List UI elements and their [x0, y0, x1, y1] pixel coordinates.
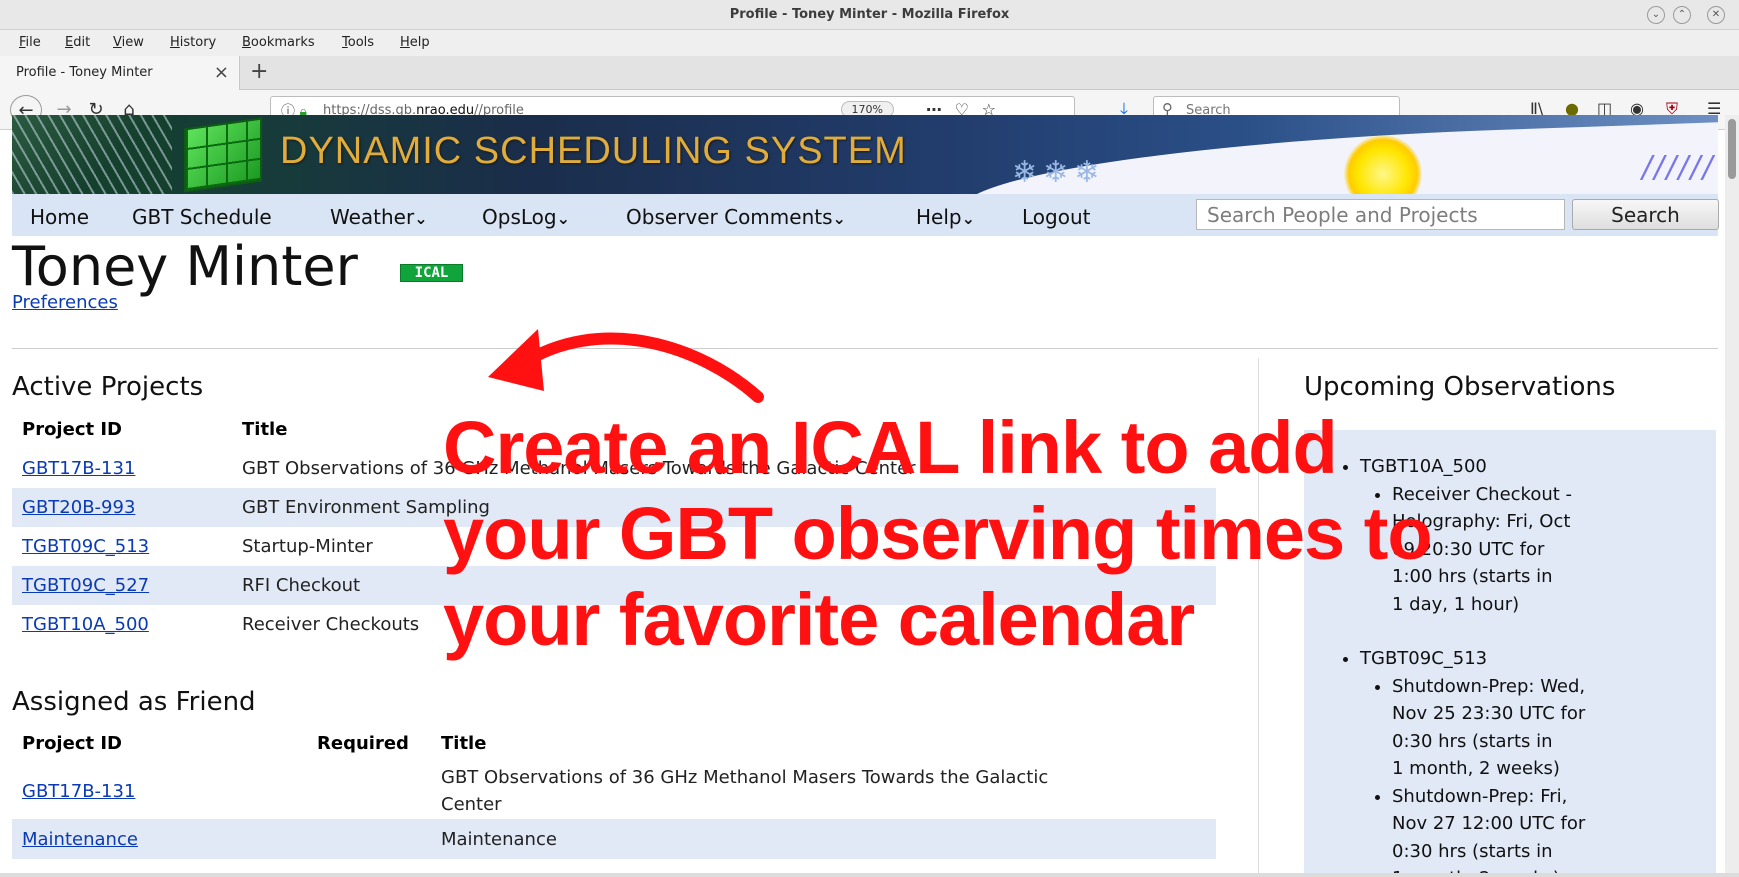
chevron-down-icon: ⌄ [961, 209, 976, 228]
window-titlebar: Profile - Toney Minter - Mozilla Firefox… [0, 0, 1739, 30]
required-cell [307, 819, 431, 859]
nav-observer-comments[interactable]: Observer Comments⌄ [626, 205, 846, 229]
session-line: Shutdown-Prep: Wed, [1392, 675, 1586, 697]
divider [12, 348, 1718, 349]
active-projects-heading: Active Projects [12, 372, 204, 402]
project-title-line: GBT Observations of 36 GHz Methanol Mase… [441, 767, 1049, 788]
page-viewport: DYNAMIC SCHEDULING SYSTEM ❄❄❄ ////// Hom… [0, 115, 1739, 877]
session-line: 0:30 hrs (starts in [1392, 840, 1553, 862]
rain-icon: ////// [1642, 150, 1715, 185]
column-header-project-id: Project ID [22, 732, 122, 754]
project-link[interactable]: Maintenance [22, 829, 138, 850]
project-title: Maintenance [431, 819, 1216, 859]
project-link[interactable]: TGBT09C_513 [22, 536, 149, 557]
table-row: Maintenance Maintenance [12, 819, 1216, 859]
search-button[interactable]: Search [1572, 199, 1719, 230]
new-tab-icon[interactable]: + [250, 59, 268, 84]
list-item: TGBT09C_513 Shutdown-Prep: Wed, Nov 25 2… [1360, 645, 1585, 877]
nav-observer-comments-label: Observer Comments [626, 205, 833, 229]
annotation-callout: Create an ICAL link to add your GBT obse… [443, 405, 1433, 663]
project-link[interactable]: TGBT10A_500 [22, 614, 149, 635]
menu-view[interactable]: View [113, 35, 144, 50]
maximize-icon[interactable]: ⌃ [1673, 6, 1691, 24]
minimize-icon[interactable]: ⌄ [1647, 6, 1665, 24]
site-navbar: Home GBT Schedule Weather⌄ OpsLog⌄ Obser… [12, 194, 1719, 236]
project-link[interactable]: TGBT09C_527 [22, 575, 149, 596]
nav-logout[interactable]: Logout [1022, 205, 1090, 229]
telescope-dish-image [12, 115, 172, 194]
scrollbar[interactable] [1725, 115, 1739, 877]
menu-tools[interactable]: Tools [342, 35, 374, 50]
column-header-required: Required [317, 732, 409, 754]
chevron-down-icon: ⌄ [556, 209, 570, 228]
nav-help[interactable]: Help⌄ [916, 205, 975, 229]
banner-title: DYNAMIC SCHEDULING SYSTEM [280, 130, 907, 172]
menu-bookmarks[interactable]: Bookmarks [242, 35, 315, 50]
tab-bar: Profile - Toney Minter × + [0, 56, 1739, 90]
menu-edit[interactable]: Edit [65, 35, 90, 50]
nav-weather-label: Weather [330, 205, 415, 229]
session-line: Nov 27 12:00 UTC for [1392, 813, 1586, 834]
window-bottom-edge [0, 873, 1739, 877]
required-cell [307, 763, 431, 819]
project-link[interactable]: GBT17B-131 [22, 781, 135, 802]
preferences-link[interactable]: Preferences [12, 292, 118, 313]
friend-projects-table: Project ID Required Title GBT17B-131 GBT… [12, 723, 1216, 859]
site-banner: DYNAMIC SCHEDULING SYSTEM ❄❄❄ ////// [12, 115, 1718, 194]
nav-opslog[interactable]: OpsLog⌄ [482, 205, 570, 229]
project-link[interactable]: GBT20B-993 [22, 497, 135, 518]
nav-gbt-schedule[interactable]: GBT Schedule [132, 205, 272, 229]
snowflake-icon: ❄❄❄ [1012, 155, 1106, 190]
nav-weather[interactable]: Weather⌄ [330, 205, 428, 229]
annotation-line: Create an ICAL link to add [443, 406, 1338, 489]
page-title: Toney Minter [12, 235, 358, 298]
chevron-down-icon: ⌄ [414, 209, 428, 228]
column-header-title: Title [441, 732, 487, 754]
table-header-row: Project ID Required Title [12, 723, 1216, 763]
menubar: File Edit View History Bookmarks Tools H… [0, 30, 1739, 56]
session-line: 1 month, 2 weeks) [1392, 758, 1560, 779]
menu-file[interactable]: File [19, 35, 41, 50]
project-link[interactable]: GBT17B-131 [22, 458, 135, 479]
tab-profile[interactable]: Profile - Toney Minter × [0, 56, 240, 90]
menu-help[interactable]: Help [400, 35, 430, 50]
close-window-icon[interactable]: ✕ [1707, 6, 1725, 24]
close-tab-icon[interactable]: × [214, 62, 229, 83]
observation-session: Shutdown-Prep: Wed, Nov 25 23:30 UTC for… [1392, 673, 1585, 783]
cube-logo [184, 117, 262, 193]
nav-help-label: Help [916, 205, 962, 229]
nav-opslog-label: OpsLog [482, 205, 557, 229]
annotation-line: your GBT observing times to [443, 492, 1433, 575]
tab-label: Profile - Toney Minter [16, 65, 153, 80]
session-line: 0:30 hrs (starts in [1392, 730, 1553, 752]
project-title: GBT Observations of 36 GHz Methanol Mase… [431, 763, 1216, 819]
column-header-project-id: Project ID [22, 418, 122, 440]
session-line: Shutdown-Prep: Fri, [1392, 785, 1568, 807]
scrollbar-thumb[interactable] [1728, 119, 1736, 179]
upcoming-observations-heading: Upcoming Observations [1304, 372, 1616, 402]
window-title: Profile - Toney Minter - Mozilla Firefox [729, 7, 1010, 22]
project-title-line: Center [441, 794, 502, 815]
assigned-as-friend-heading: Assigned as Friend [12, 687, 256, 717]
annotation-line: your favorite calendar [443, 578, 1195, 661]
observation-session: Shutdown-Prep: Fri, Nov 27 12:00 UTC for… [1392, 783, 1585, 877]
ical-link-badge[interactable]: ICAL [400, 264, 463, 282]
chevron-down-icon: ⌄ [832, 209, 846, 228]
nav-home[interactable]: Home [30, 205, 89, 229]
menu-history[interactable]: History [170, 35, 216, 50]
people-search-input[interactable] [1196, 199, 1565, 230]
annotation-arrow-icon [488, 329, 764, 403]
session-line: Nov 25 23:30 UTC for [1392, 703, 1586, 724]
table-row: GBT17B-131 GBT Observations of 36 GHz Me… [12, 763, 1216, 819]
